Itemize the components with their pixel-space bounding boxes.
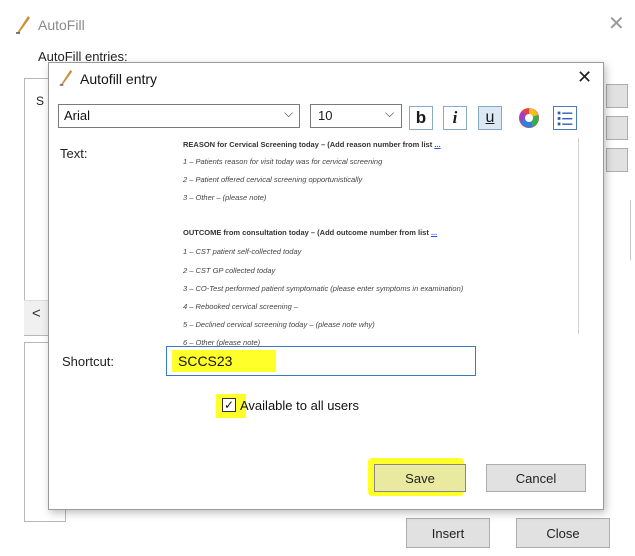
text-line: 3 – Other – (please note) [183, 193, 267, 202]
shortcut-label: Shortcut: [62, 354, 115, 369]
cancel-button[interactable]: Cancel [486, 464, 586, 492]
side-button[interactable] [606, 116, 628, 140]
available-label[interactable]: Available to all users [240, 398, 359, 413]
close-icon[interactable]: ✕ [608, 14, 625, 34]
close-icon[interactable]: ✕ [577, 67, 592, 87]
underline-button[interactable]: u [478, 106, 502, 130]
font-family-select[interactable] [58, 104, 300, 128]
shortcut-value[interactable]: SCCS23 [178, 353, 232, 369]
italic-button[interactable]: i [443, 106, 467, 130]
text-line: REASON for Cervical Screening today – (A… [183, 140, 441, 149]
vertical-scrollbar[interactable] [578, 138, 579, 334]
available-checkbox[interactable]: ✓ [222, 398, 236, 412]
text-line: 2 – CST GP collected today [183, 266, 276, 275]
insert-button[interactable]: Insert [406, 518, 490, 548]
font-size-value: 10 [318, 108, 333, 123]
side-button[interactable] [606, 148, 628, 172]
text-line: 1 – Patients reason for visit today was … [183, 157, 383, 166]
text-line: 4 – Rebooked cervical screening – [183, 302, 299, 311]
divider [630, 200, 631, 260]
color-picker-icon[interactable] [517, 106, 541, 130]
bullet-list-icon[interactable] [553, 106, 577, 130]
text-line: 2 – Patient offered cervical screening o… [183, 175, 363, 184]
window-title: AutoFill [38, 17, 85, 33]
chevron-down-icon[interactable]: ⌵ [385, 106, 394, 121]
quill-icon [16, 16, 30, 34]
dialog-title: Autofill entry [80, 71, 158, 87]
text-line: 5 – Declined cervical screening today – … [183, 320, 375, 329]
bold-button[interactable]: b [409, 106, 433, 130]
text-line: OUTCOME from consultation today – (Add o… [183, 228, 438, 237]
font-family-value: Arial [64, 108, 91, 123]
text-label: Text: [60, 146, 88, 161]
list-item[interactable]: S [36, 94, 44, 108]
scroll-left-icon[interactable]: < [32, 305, 41, 322]
save-button[interactable]: Save [374, 464, 466, 492]
chevron-down-icon[interactable]: ⌵ [284, 106, 293, 121]
quill-icon [59, 69, 73, 86]
text-line: 3 – CO-Test performed patient symptomati… [183, 284, 464, 293]
close-button[interactable]: Close [516, 518, 610, 548]
side-button[interactable] [606, 84, 628, 108]
text-line: 1 – CST patient self-collected today [183, 247, 302, 256]
